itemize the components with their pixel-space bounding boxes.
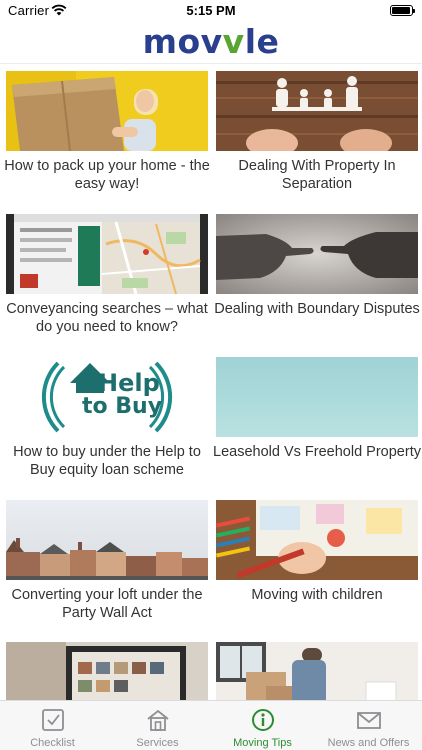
article-title: Conveyancing searches – what do you need… <box>6 301 208 335</box>
article-title: Moving with children <box>251 587 383 603</box>
article-title: Dealing with Boundary Disputes <box>214 301 420 317</box>
status-bar: Carrier 5:15 PM <box>0 0 422 22</box>
clock: 5:15 PM <box>186 3 236 18</box>
tab-label: News and Offers <box>327 737 410 749</box>
tab-moving-tips[interactable]: Moving Tips <box>210 701 315 750</box>
article-image-boxes <box>216 642 418 700</box>
article-image-boundary <box>216 214 418 294</box>
mail-icon <box>356 712 381 729</box>
article-card-children[interactable]: Moving with children <box>216 500 418 640</box>
app-header: movvle <box>0 22 422 64</box>
article-image-loft <box>6 500 208 580</box>
info-icon <box>251 709 274 731</box>
article-card-packing[interactable]: How to pack up your home - the easy way! <box>4 71 210 211</box>
battery-icon <box>390 5 415 16</box>
article-card-help-to-buy[interactable]: Help to Buy How to buy under the Help to… <box>6 357 208 497</box>
tab-news-and-offers[interactable]: News and Offers <box>315 701 422 750</box>
tab-label: Services <box>136 737 179 749</box>
article-image-separation <box>216 71 418 151</box>
article-title: How to pack up your home - the easy way! <box>4 158 210 192</box>
article-image-leasehold <box>216 357 418 437</box>
articles-grid[interactable]: How to pack up your home - the easy way!… <box>0 64 422 700</box>
article-card-leasehold[interactable]: Leasehold Vs Freehold Property <box>213 357 421 497</box>
article-title: Dealing With Property In Separation <box>238 158 396 192</box>
article-title: How to buy under the Help to Buy equity … <box>13 444 201 478</box>
article-card-separation[interactable]: Dealing With Property In Separation <box>216 71 418 211</box>
article-image-packing <box>6 71 208 151</box>
tab-services[interactable]: Services <box>105 701 210 750</box>
tab-label: Moving Tips <box>233 737 292 749</box>
article-image-children <box>216 500 418 580</box>
checklist-icon <box>41 709 64 731</box>
article-card-conveyancing[interactable]: Conveyancing searches – what do you need… <box>6 214 208 354</box>
tab-checklist[interactable]: Checklist <box>0 701 105 750</box>
article-title: Converting your loft under the Party Wal… <box>11 587 203 621</box>
tab-bar: Checklist Services Moving Tips News and … <box>0 700 422 750</box>
tab-label: Checklist <box>30 737 75 749</box>
article-image-conveyancing <box>6 214 208 294</box>
article-card-boundary[interactable]: Dealing with Boundary Disputes <box>214 214 420 354</box>
movvle-logo: movvle <box>142 22 280 61</box>
article-title: Leasehold Vs Freehold Property <box>213 444 421 460</box>
article-card-loft[interactable]: Converting your loft under the Party Wal… <box>6 500 208 640</box>
article-card-laptop[interactable] <box>6 642 208 700</box>
article-card-boxes[interactable] <box>216 642 418 700</box>
services-icon <box>146 709 169 731</box>
article-image-laptop <box>6 642 208 700</box>
help-to-buy-logo-text: Help to Buy <box>82 369 163 419</box>
